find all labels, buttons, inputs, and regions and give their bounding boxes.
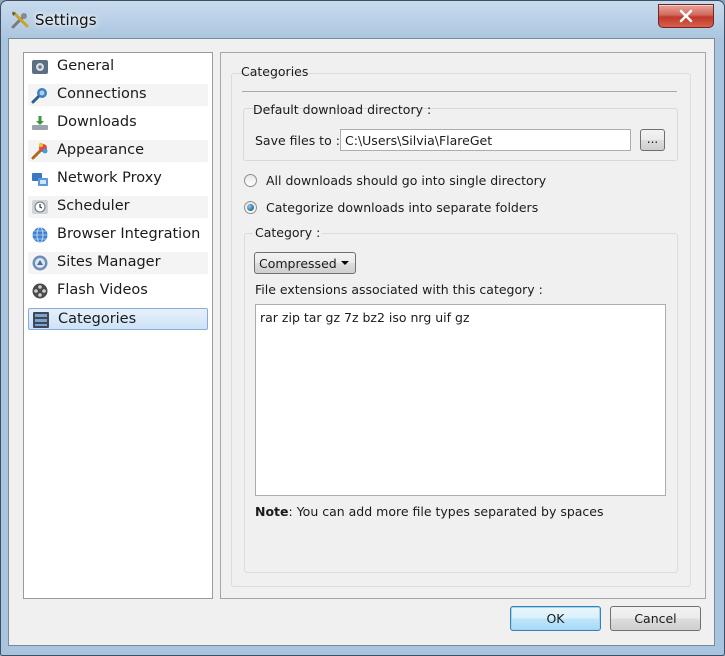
sidebar-item-label: Flash Videos [57,282,148,298]
note-body: : You can add more file types separated … [288,504,604,519]
sidebar-item-general[interactable]: General [28,56,208,78]
sidebar-item-browser-integration[interactable]: Browser Integration [28,224,208,246]
category-title: Category : [253,225,323,240]
sidebar-item-label: Network Proxy [57,170,162,186]
sidebar-item-label: Appearance [57,142,145,158]
sidebar-item-label: Downloads [57,114,137,130]
sidebar-item-categories[interactable]: Categories [28,308,208,330]
sidebar-item-label: Connections [57,86,147,102]
sidebar-item-sites-manager[interactable]: Sites Manager [28,252,208,274]
sidebar-item-flash-videos[interactable]: Flash Videos [28,280,208,302]
single-directory-radio[interactable] [244,174,257,187]
sidebar-item-label: Scheduler [57,198,130,214]
sidebar-item-label: General [57,58,115,74]
sidebar-item-connections[interactable]: Connections [28,84,208,106]
sidebar-item-network-proxy[interactable]: Network Proxy [28,168,208,190]
browse-button[interactable]: ... [640,129,665,151]
globe-icon [32,227,48,243]
note-text: Note: You can add more file types separa… [255,504,604,519]
extensions-label: File extensions associated with this cat… [255,282,543,297]
section-separator [242,91,677,92]
connections-icon [31,88,47,104]
note-bold: Note [255,504,289,519]
categories-icon [33,312,49,328]
cancel-button[interactable]: Cancel [610,606,701,631]
separate-folders-radio[interactable] [244,201,257,214]
sidebar-item-downloads[interactable]: Downloads [28,112,208,134]
save-path-input[interactable]: C:\Users\Silvia\FlareGet [340,129,631,151]
category-dropdown[interactable]: Compressed [254,252,356,274]
sidebar-item-label: Sites Manager [57,254,161,270]
ok-button[interactable]: OK [510,606,601,631]
chevron-down-icon [341,261,349,265]
sidebar-item-label: Categories [58,311,137,327]
default-directory-title: Default download directory : [253,102,432,117]
download-icon [32,116,48,130]
save-files-label: Save files to : [255,133,340,148]
title-bar[interactable]: Settings [1,1,724,39]
close-button[interactable] [658,4,714,28]
film-icon [32,283,48,299]
single-directory-label[interactable]: All downloads should go into single dire… [266,173,546,188]
sites-icon [32,255,48,271]
extensions-textarea[interactable]: rar zip tar gz 7z bz2 iso nrg uif gz [255,304,666,496]
category-selected-value: Compressed [259,256,337,271]
separate-folders-label[interactable]: Categorize downloads into separate folde… [266,200,538,215]
clock-icon [32,200,48,214]
paint-brush-icon [31,142,48,160]
close-icon [679,9,693,23]
sidebar-item-appearance[interactable]: Appearance [28,140,208,162]
sidebar-item-scheduler[interactable]: Scheduler [28,196,208,218]
network-icon [32,173,48,186]
categories-title: Categories [241,64,309,79]
settings-sidebar: General Connections Downloads Appearance… [23,52,213,599]
gear-icon [32,60,48,74]
tools-icon [11,11,29,29]
window-title: Settings [35,11,97,29]
sidebar-item-label: Browser Integration [57,226,201,242]
